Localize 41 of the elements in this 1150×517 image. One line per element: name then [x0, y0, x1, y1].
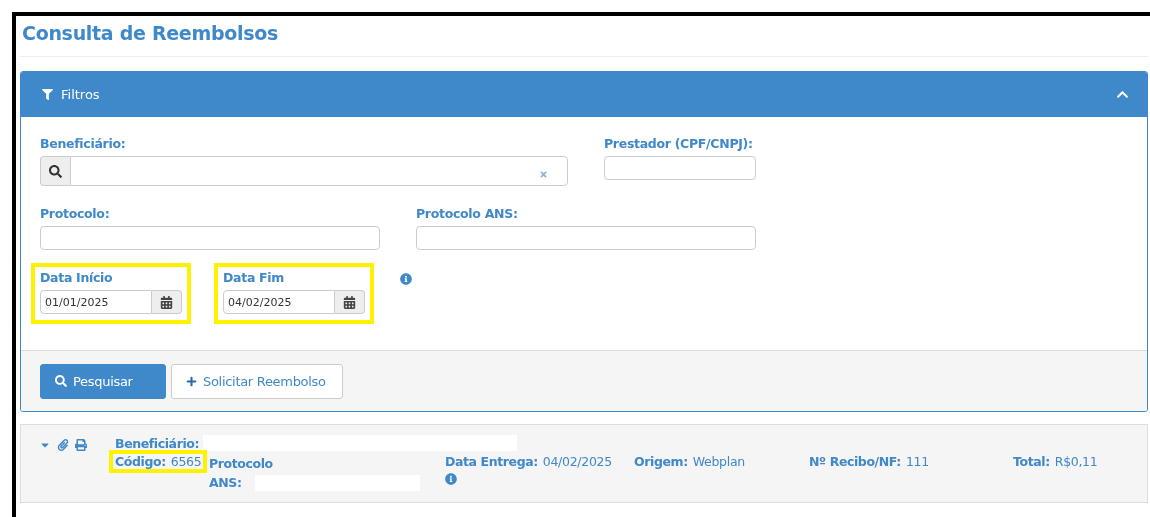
input-field[interactable]: [40, 226, 380, 250]
input-field[interactable]: [604, 156, 756, 180]
field-value: R$0,11: [1054, 454, 1098, 469]
info-icon[interactable]: [400, 273, 412, 285]
add-button[interactable]: Solicitar Reembolso: [171, 363, 343, 399]
beneficiary-label: Beneficiário:: [115, 435, 200, 451]
search-icon: [49, 164, 62, 178]
search-button[interactable]: Pesquisar: [40, 363, 166, 399]
calendar-icon[interactable]: [343, 295, 356, 309]
field-label: Código:: [115, 454, 166, 469]
field-value: Webplan: [692, 454, 745, 469]
input-field[interactable]: [416, 226, 756, 250]
date-field[interactable]: 04/02/2025: [223, 290, 335, 314]
field-label: Data Fim: [223, 270, 286, 285]
field-label: Origem:: [634, 454, 688, 469]
field-label: Protocolo ANS:: [209, 455, 274, 492]
field-value: 111: [905, 454, 929, 469]
date-field[interactable]: 01/01/2025: [40, 290, 152, 314]
search-icon: [55, 375, 67, 387]
field-value: 04/02/2025: [542, 454, 612, 469]
search-field[interactable]: [70, 156, 568, 186]
filter-icon: [42, 89, 53, 100]
info-icon[interactable]: [445, 473, 457, 485]
field-value: 6565: [170, 454, 202, 469]
field-label: Beneficiário:: [40, 136, 127, 151]
chevron-up-icon[interactable]: [1116, 88, 1129, 101]
paperclip-icon[interactable]: [57, 439, 69, 451]
field-label: Prestador (CPF/CNPJ):: [604, 136, 754, 151]
field-label: Protocolo:: [40, 206, 111, 221]
field-label: Data Início: [40, 270, 114, 285]
field-label: Protocolo ANS:: [416, 206, 519, 221]
close-icon[interactable]: [539, 170, 548, 179]
plus-icon: [186, 375, 197, 387]
field-label: Total:: [1013, 454, 1050, 469]
field-label: Data Entrega:: [445, 454, 538, 469]
calendar-icon[interactable]: [160, 295, 173, 309]
field-label: Nº Recibo/NF:: [809, 454, 901, 469]
panel-title: Filtros: [61, 87, 101, 102]
page-title: Consulta de Reembolsos: [20, 16, 1148, 57]
panel-header[interactable]: Filtros: [21, 72, 1147, 117]
printer-icon[interactable]: [75, 439, 87, 451]
